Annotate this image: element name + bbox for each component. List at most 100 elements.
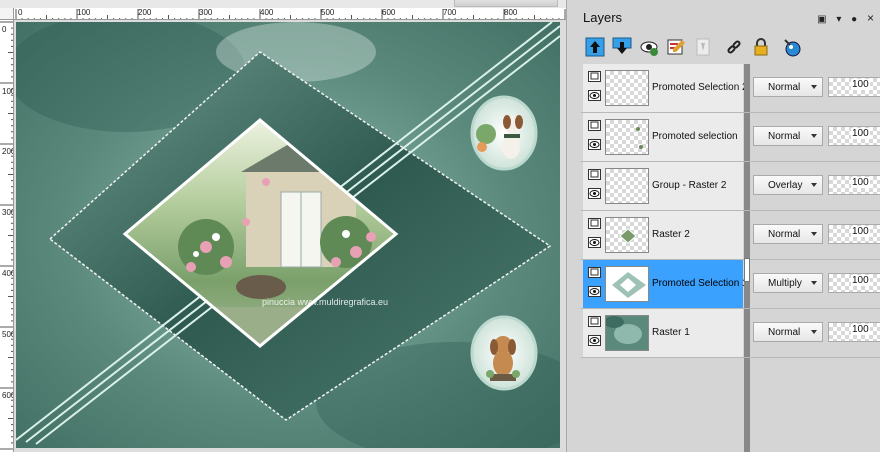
panel-divider bbox=[744, 64, 750, 112]
panel-divider bbox=[744, 113, 750, 161]
visibility-eye-icon[interactable] bbox=[588, 90, 601, 101]
panel-title: Layers bbox=[583, 10, 623, 25]
layer-name[interactable]: Raster 1 bbox=[652, 327, 690, 338]
dock-icon[interactable]: ▣ bbox=[817, 14, 826, 25]
window-buttons[interactable] bbox=[454, 0, 558, 7]
watermark-text: pinuccia www.muldiregrafica.eu bbox=[262, 297, 388, 307]
panel-divider bbox=[744, 211, 750, 259]
link-icon[interactable] bbox=[724, 37, 744, 57]
layer-row[interactable]: Promoted selection Normal 100 bbox=[581, 113, 880, 162]
dropdown-arrow-icon bbox=[811, 330, 817, 334]
layer-row-selected[interactable]: Promoted Selection 1 Multiply 100 bbox=[581, 258, 880, 309]
blend-mode-dropdown[interactable]: Normal bbox=[753, 126, 823, 146]
layer-row[interactable]: Raster 2 Normal 100 bbox=[581, 211, 880, 260]
opacity-value: 100 bbox=[851, 324, 870, 335]
medallion-top bbox=[470, 95, 538, 171]
blend-mode-value: Normal bbox=[768, 327, 801, 338]
ruler-top-label: 300 bbox=[199, 8, 213, 17]
opacity-field[interactable]: 100 bbox=[828, 175, 880, 195]
dropdown-arrow-icon bbox=[811, 134, 817, 138]
layer-cell[interactable]: Group - Raster 2 bbox=[583, 162, 743, 210]
visibility-eye-icon[interactable] bbox=[588, 286, 601, 297]
layer-thumbnail bbox=[605, 266, 649, 302]
opacity-value: 100 bbox=[851, 177, 870, 188]
visibility-eye-icon[interactable] bbox=[588, 188, 601, 199]
opacity-value: 100 bbox=[851, 226, 870, 237]
ruler-top-label: 800 bbox=[504, 8, 518, 17]
disabled-tool-icon bbox=[693, 37, 713, 57]
layer-name[interactable]: Raster 2 bbox=[652, 229, 690, 240]
new-vector-layer-icon[interactable] bbox=[612, 37, 632, 57]
layer-row[interactable]: Promoted Selection 2 Normal 100 bbox=[581, 64, 880, 113]
ruler-top: 0 100 200 300 400 500 600 700 800 bbox=[14, 8, 566, 20]
ruler-left-ticks bbox=[0, 21, 13, 450]
blend-mode-dropdown[interactable]: Normal bbox=[753, 77, 823, 97]
layer-mask-icon[interactable] bbox=[588, 316, 601, 327]
dropdown-arrow-icon bbox=[811, 183, 817, 187]
layer-name[interactable]: Promoted Selection 2 bbox=[652, 82, 748, 93]
close-icon[interactable]: × bbox=[867, 11, 874, 25]
blend-mode-dropdown[interactable]: Multiply bbox=[753, 273, 823, 293]
visibility-eye-icon[interactable] bbox=[588, 139, 601, 150]
layers-panel: Layers ▣ ▾ ● × Promoted Selection 2 Norm… bbox=[566, 0, 880, 452]
menu-dropdown-icon[interactable]: ▾ bbox=[836, 14, 841, 25]
pin-icon[interactable]: ● bbox=[851, 14, 857, 25]
layer-toolbar bbox=[585, 36, 809, 58]
opacity-field[interactable]: 100 bbox=[828, 322, 880, 342]
blend-mode-value: Overlay bbox=[768, 180, 803, 191]
blend-mode-value: Normal bbox=[768, 131, 801, 142]
new-raster-layer-icon[interactable] bbox=[585, 37, 605, 57]
opacity-value: 100 bbox=[851, 128, 870, 139]
ruler-top-label: 400 bbox=[260, 8, 274, 17]
adjust-layer-icon[interactable] bbox=[782, 37, 802, 57]
opacity-field[interactable]: 100 bbox=[828, 77, 880, 97]
layer-row[interactable]: Group - Raster 2 Overlay 100 bbox=[581, 162, 880, 211]
opacity-value: 100 bbox=[851, 79, 870, 90]
layer-cell[interactable]: Raster 2 bbox=[583, 211, 743, 259]
layer-thumbnail bbox=[605, 217, 649, 253]
layer-row[interactable]: Raster 1 Normal 100 bbox=[581, 309, 880, 358]
opacity-field[interactable]: 100 bbox=[828, 126, 880, 146]
layer-mask-icon[interactable] bbox=[588, 218, 601, 229]
layer-list-empty-area bbox=[583, 358, 743, 452]
layer-cell[interactable]: Promoted Selection 2 bbox=[583, 64, 748, 112]
dropdown-arrow-icon bbox=[811, 85, 817, 89]
lock-icon[interactable] bbox=[751, 37, 771, 57]
blend-mode-value: Multiply bbox=[768, 278, 802, 289]
blend-mode-dropdown[interactable]: Overlay bbox=[753, 175, 823, 195]
mask-eye-icon[interactable] bbox=[639, 37, 659, 57]
layer-name[interactable]: Promoted selection bbox=[652, 131, 738, 142]
artwork-image: pinuccia www.muldiregrafica.eu bbox=[16, 22, 560, 448]
ruler-left-label: 600 bbox=[2, 391, 13, 400]
scroll-handle[interactable] bbox=[744, 258, 750, 282]
layer-mask-icon[interactable] bbox=[588, 169, 601, 180]
layer-thumbnail bbox=[605, 119, 649, 155]
layer-cell[interactable]: Promoted selection bbox=[583, 113, 743, 161]
layer-name[interactable]: Promoted Selection 1 bbox=[652, 278, 748, 289]
ruler-top-label: 500 bbox=[321, 8, 335, 17]
blend-mode-dropdown[interactable]: Normal bbox=[753, 224, 823, 244]
artwork[interactable]: pinuccia www.muldiregrafica.eu bbox=[16, 22, 560, 448]
blend-mode-value: Normal bbox=[768, 82, 801, 93]
layer-mask-icon[interactable] bbox=[588, 71, 601, 82]
ruler-top-ticks bbox=[15, 9, 566, 19]
visibility-eye-icon[interactable] bbox=[588, 335, 601, 346]
blend-mode-value: Normal bbox=[768, 229, 801, 240]
ruler-left-label: 300 bbox=[2, 208, 13, 217]
layer-cell[interactable]: Raster 1 bbox=[583, 309, 743, 357]
opacity-field[interactable]: 100 bbox=[828, 224, 880, 244]
layer-name[interactable]: Group - Raster 2 bbox=[652, 180, 726, 191]
layer-list: Promoted Selection 2 Normal 100 Promoted… bbox=[581, 64, 880, 452]
canvas-area[interactable]: 0 100 200 300 400 500 600 700 800 0 100 … bbox=[0, 0, 566, 452]
ruler-top-label: 200 bbox=[138, 8, 152, 17]
medallion-bottom bbox=[470, 315, 538, 391]
layer-mask-icon[interactable] bbox=[588, 120, 601, 131]
blend-mode-dropdown[interactable]: Normal bbox=[753, 322, 823, 342]
layer-mask-icon[interactable] bbox=[588, 267, 601, 278]
visibility-eye-icon[interactable] bbox=[588, 237, 601, 248]
opacity-field[interactable]: 100 bbox=[828, 273, 880, 293]
properties-icon[interactable] bbox=[666, 37, 686, 57]
panel-divider bbox=[744, 309, 750, 357]
layer-cell[interactable]: Promoted Selection 1 bbox=[583, 260, 748, 308]
layer-thumbnail bbox=[605, 315, 649, 351]
